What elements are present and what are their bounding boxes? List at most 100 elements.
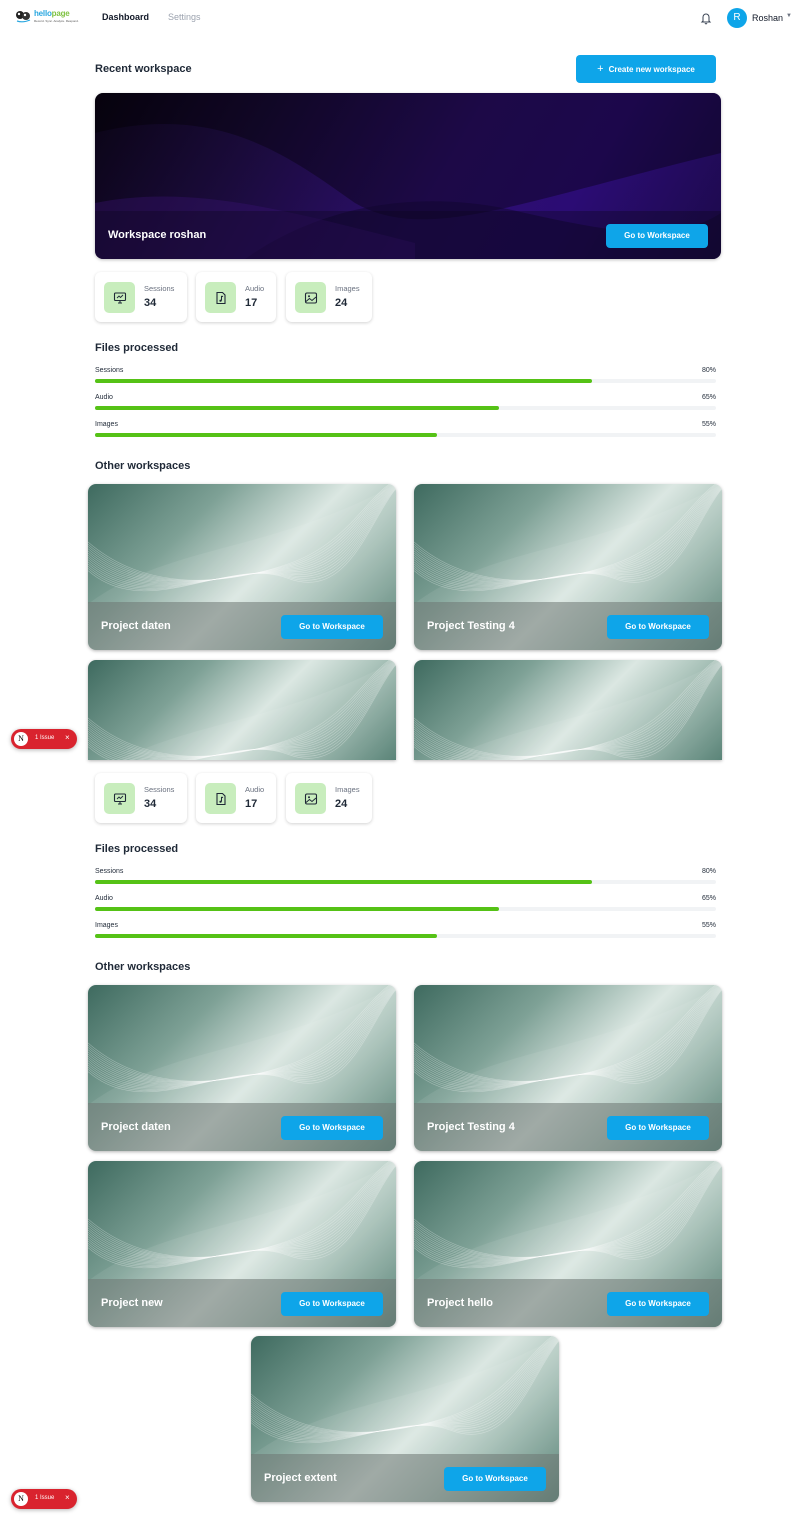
chevron-down-icon[interactable]: ▼	[786, 13, 792, 19]
stat-value: 17	[245, 798, 258, 810]
other-workspaces-title: Other workspaces	[95, 460, 191, 472]
progress-label: Images	[95, 421, 118, 428]
issue-badge[interactable]: N 1 Issue ×	[11, 729, 77, 749]
go-to-workspace-button[interactable]: Go to Workspace	[281, 615, 383, 639]
issue-label: 1 Issue	[35, 1495, 55, 1501]
workspace-card: Project Testing 4 Go to Workspace	[414, 484, 722, 650]
logo-wordmark: hellopage	[34, 9, 70, 18]
stat-card-audio: Audio 17	[196, 272, 276, 322]
avatar[interactable]: R	[727, 8, 747, 28]
next-logo-icon: N	[14, 732, 28, 746]
workspace-card: Project Testing 4 Go to Workspace	[414, 985, 722, 1151]
go-to-workspace-button[interactable]: Go to Workspace	[607, 615, 709, 639]
stat-label: Sessions	[144, 284, 175, 293]
bell-icon[interactable]	[700, 11, 712, 25]
audio-file-icon	[205, 783, 236, 814]
workspace-card	[88, 660, 396, 760]
go-to-workspace-button[interactable]: Go to Workspace	[281, 1116, 383, 1140]
progress-fill	[95, 406, 499, 410]
workspace-name: Project daten	[101, 620, 171, 632]
logo-mark-icon	[16, 11, 31, 23]
progress-fill	[95, 907, 499, 911]
workspace-card: Project new Go to Workspace	[88, 1161, 396, 1327]
workspace-name: Project hello	[427, 1297, 494, 1309]
close-icon[interactable]: ×	[65, 733, 70, 742]
recent-workspace-title: Recent workspace	[95, 63, 192, 75]
progress-track	[95, 880, 716, 884]
progress-track	[95, 907, 716, 911]
workspace-card: Project daten Go to Workspace	[88, 484, 396, 650]
workspace-name: Project Testing 4	[427, 620, 515, 632]
stat-value: 24	[335, 798, 348, 810]
workspace-card: Project extent Go to Workspace	[251, 1336, 559, 1502]
stat-value: 34	[144, 798, 157, 810]
progress-fill	[95, 433, 437, 437]
green-wave-background	[88, 660, 396, 760]
progress-label: Audio	[95, 394, 113, 401]
workspace-name: Project daten	[101, 1121, 171, 1133]
go-to-workspace-button[interactable]: Go to Workspace	[606, 224, 708, 248]
progress-track	[95, 379, 716, 383]
progress-fill	[95, 379, 592, 383]
progress-value: 55%	[701, 421, 716, 428]
recent-workspace-card: Workspace roshan Go to Workspace	[95, 93, 721, 259]
top-nav: hellopage Record. Sync. Analyze. Respond…	[0, 0, 810, 36]
monitor-icon	[104, 282, 135, 313]
workspace-name: Project new	[101, 1297, 163, 1309]
workspace-card	[414, 660, 722, 760]
stat-label: Sessions	[144, 785, 175, 794]
progress-fill	[95, 934, 437, 938]
monitor-icon	[104, 783, 135, 814]
progress-label: Sessions	[95, 868, 124, 875]
image-icon	[295, 282, 326, 313]
progress-value: 65%	[701, 394, 716, 401]
progress-label: Images	[95, 922, 118, 929]
stat-label: Images	[335, 785, 360, 794]
progress-track	[95, 406, 716, 410]
progress-label: Audio	[95, 895, 113, 902]
user-name[interactable]: Roshan	[752, 13, 783, 23]
logo-tagline: Record. Sync. Analyze. Respond.	[34, 19, 79, 23]
plus-icon: +	[597, 63, 604, 75]
next-logo-icon: N	[14, 1492, 28, 1506]
stat-value: 24	[335, 297, 348, 309]
other-workspaces-title: Other workspaces	[95, 961, 191, 973]
stat-card-audio: Audio 17	[196, 773, 276, 823]
stat-value: 17	[245, 297, 258, 309]
progress-fill	[95, 880, 592, 884]
progress-value: 80%	[701, 367, 716, 374]
stat-card-sessions: Sessions 34	[95, 773, 187, 823]
stat-value: 34	[144, 297, 157, 309]
stat-card-images: Images 24	[286, 272, 372, 322]
go-to-workspace-button[interactable]: Go to Workspace	[607, 1292, 709, 1316]
stat-label: Audio	[245, 284, 265, 293]
issue-badge[interactable]: N 1 Issue ×	[11, 1489, 77, 1509]
workspace-card: Project daten Go to Workspace	[88, 985, 396, 1151]
progress-value: 80%	[701, 868, 716, 875]
workspace-name: Workspace roshan	[108, 229, 207, 241]
workspace-name: Project extent	[264, 1472, 337, 1484]
workspace-name: Project Testing 4	[427, 1121, 515, 1133]
workspace-card: Project hello Go to Workspace	[414, 1161, 722, 1327]
files-processed-title: Files processed	[95, 342, 179, 354]
issue-label: 1 Issue	[35, 735, 55, 741]
close-icon[interactable]: ×	[65, 1493, 70, 1502]
stat-card-images: Images 24	[286, 773, 372, 823]
stat-label: Audio	[245, 785, 265, 794]
stat-label: Images	[335, 284, 360, 293]
files-processed-title: Files processed	[95, 843, 179, 855]
go-to-workspace-button[interactable]: Go to Workspace	[281, 1292, 383, 1316]
go-to-workspace-button[interactable]: Go to Workspace	[607, 1116, 709, 1140]
audio-file-icon	[205, 282, 236, 313]
progress-track	[95, 433, 716, 437]
green-wave-background	[414, 660, 722, 760]
progress-value: 65%	[701, 895, 716, 902]
nav-dashboard[interactable]: Dashboard	[102, 12, 149, 22]
go-to-workspace-button[interactable]: Go to Workspace	[444, 1467, 546, 1491]
create-workspace-label: Create new workspace	[608, 64, 695, 74]
stat-card-sessions: Sessions 34	[95, 272, 187, 322]
image-icon	[295, 783, 326, 814]
nav-settings[interactable]: Settings	[168, 12, 201, 22]
hellopage-logo[interactable]: hellopage Record. Sync. Analyze. Respond…	[15, 9, 79, 26]
create-workspace-button[interactable]: + Create new workspace	[576, 55, 716, 83]
